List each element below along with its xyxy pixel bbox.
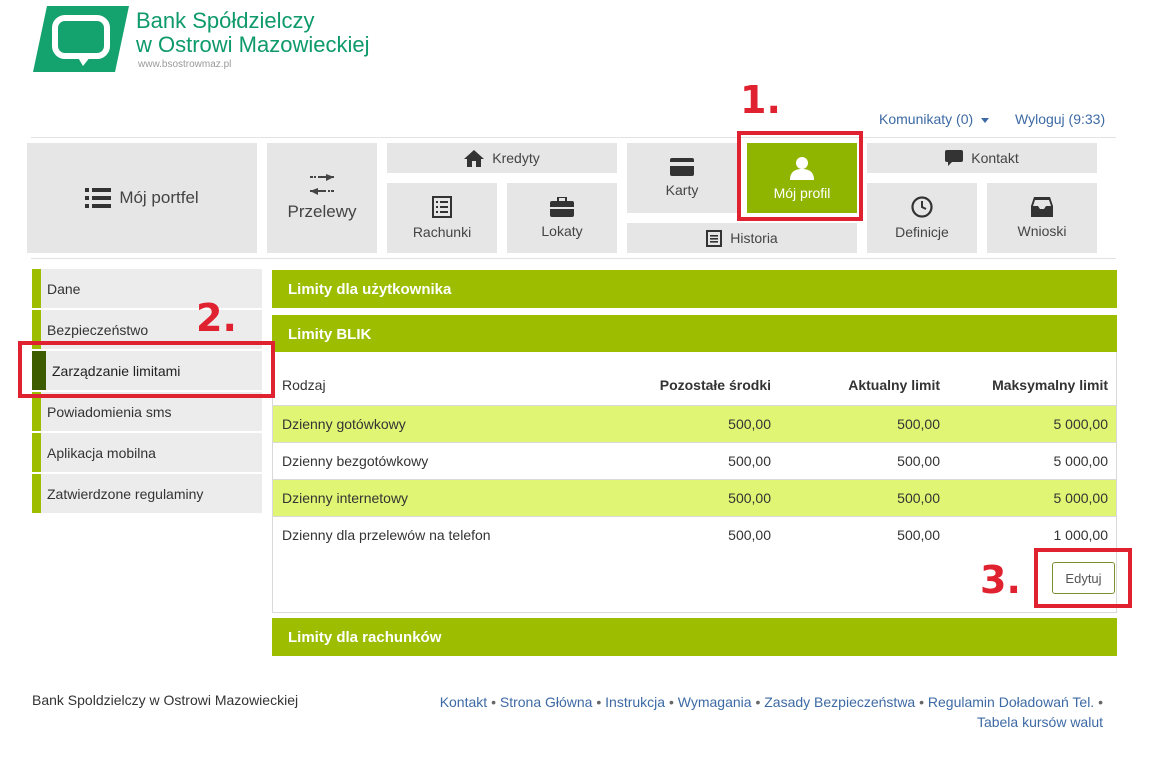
table-row: Dzienny gotówkowy 500,00 500,00 5 000,00 bbox=[273, 405, 1116, 442]
nav-label-requests: Wnioski bbox=[1017, 223, 1067, 239]
footer-link-topup-regulations[interactable]: Regulamin Doładowań Tel. bbox=[928, 694, 1094, 710]
annotation-box-1 bbox=[737, 131, 863, 221]
nav-label-cards: Karty bbox=[665, 182, 699, 198]
home-icon bbox=[464, 149, 485, 167]
annotation-1: 1. bbox=[740, 78, 781, 122]
footer-separator: • bbox=[596, 694, 602, 710]
ledger-icon bbox=[432, 196, 452, 218]
clock-icon bbox=[911, 196, 933, 218]
table-header-max: Maksymalny limit bbox=[992, 377, 1108, 393]
row-remaining: 500,00 bbox=[728, 527, 771, 543]
nav-label-accounts: Rachunki bbox=[412, 224, 472, 240]
footer-link-exchange-rates[interactable]: Tabela kursów walut bbox=[977, 714, 1103, 730]
annotation-box-3 bbox=[1034, 548, 1132, 608]
history-icon bbox=[706, 229, 723, 247]
logo-icon[interactable] bbox=[33, 6, 129, 72]
table-row: Dzienny bezgotówkowy 500,00 500,00 5 000… bbox=[273, 442, 1116, 479]
caret-down-icon bbox=[981, 117, 990, 123]
row-remaining: 500,00 bbox=[728, 490, 771, 506]
row-current: 500,00 bbox=[897, 416, 940, 432]
footer-link-instructions[interactable]: Instrukcja bbox=[605, 694, 665, 710]
bank-name: Bank Spółdzielczy w Ostrowi Mazowieckiej bbox=[136, 9, 370, 57]
nav-label-definitions: Definicje bbox=[895, 224, 949, 240]
transfer-arrows-icon bbox=[308, 174, 336, 196]
row-max: 5 000,00 bbox=[1053, 490, 1109, 506]
nav-tile-definitions[interactable]: Definicje bbox=[867, 183, 977, 253]
footer-separator: • bbox=[1098, 694, 1103, 710]
footer-separator: • bbox=[919, 694, 925, 710]
nav-label-transfers: Przelewy bbox=[287, 202, 357, 221]
nav-tile-credits[interactable]: Kredyty bbox=[387, 143, 617, 173]
header-divider bbox=[31, 137, 1116, 138]
nav-tile-portfolio[interactable]: Mój portfel bbox=[27, 143, 257, 253]
row-type: Dzienny bezgotówkowy bbox=[282, 453, 429, 469]
annotation-box-2 bbox=[18, 341, 275, 398]
sidebar-item-label: Zatwierdzone regulaminy bbox=[47, 485, 204, 502]
sidebar-item-mobile-app[interactable]: Aplikacja mobilna bbox=[32, 433, 262, 472]
nav-tile-deposits[interactable]: Lokaty bbox=[507, 183, 617, 253]
sidebar-item-regulations[interactable]: Zatwierdzone regulaminy bbox=[32, 474, 262, 513]
row-type: Dzienny internetowy bbox=[282, 490, 409, 506]
logout-link[interactable]: Wyloguj (9:33) bbox=[1015, 111, 1105, 127]
chat-icon bbox=[945, 150, 964, 166]
row-max: 5 000,00 bbox=[1053, 453, 1109, 469]
sidebar-item-label: Powiadomienia sms bbox=[47, 403, 172, 420]
panel-account-limits[interactable]: Limity dla rachunków bbox=[272, 618, 1117, 656]
nav-tile-accounts[interactable]: Rachunki bbox=[387, 183, 497, 253]
footer-bank-name: Bank Spoldzielczy w Ostrowi Mazowieckiej bbox=[32, 692, 299, 708]
row-type: Dzienny dla przelewów na telefon bbox=[282, 527, 491, 543]
row-remaining: 500,00 bbox=[728, 416, 771, 432]
footer-link-home[interactable]: Strona Główna bbox=[500, 694, 593, 710]
sidebar-item-label: Aplikacja mobilna bbox=[47, 444, 156, 461]
row-current: 500,00 bbox=[897, 527, 940, 543]
nav-tile-contact[interactable]: Kontakt bbox=[867, 143, 1097, 173]
panel-blik-limits[interactable]: Limity BLIK bbox=[272, 315, 1117, 353]
footer-link-security-rules[interactable]: Zasady Bezpieczeństwa bbox=[764, 694, 915, 710]
row-current: 500,00 bbox=[897, 453, 940, 469]
footer-separator: • bbox=[755, 694, 761, 710]
card-icon bbox=[670, 158, 694, 176]
bank-url: www.bsostrowmaz.pl bbox=[138, 59, 232, 70]
table-header-remaining: Pozostałe środki bbox=[659, 377, 771, 393]
footer-links: Kontakt • Strona Główna • Instrukcja • W… bbox=[395, 692, 1103, 732]
nav-label-deposits: Lokaty bbox=[541, 223, 583, 239]
messages-dropdown[interactable]: Komunikaty (0) bbox=[879, 111, 990, 127]
footer-link-contact[interactable]: Kontakt bbox=[440, 694, 487, 710]
table-header-current: Aktualny limit bbox=[848, 377, 940, 393]
nav-label-contact: Kontakt bbox=[971, 150, 1019, 166]
nav-tile-cards[interactable]: Karty bbox=[627, 143, 737, 213]
annotation-3: 3. bbox=[980, 558, 1021, 602]
sidebar-item-label: Bezpieczeństwo bbox=[47, 321, 149, 338]
row-remaining: 500,00 bbox=[728, 453, 771, 469]
list-icon bbox=[85, 187, 112, 209]
table-row: Dzienny internetowy 500,00 500,00 5 000,… bbox=[273, 479, 1116, 516]
nav-label-credits: Kredyty bbox=[492, 150, 540, 166]
footer-separator: • bbox=[668, 694, 674, 710]
sidebar-item-label: Dane bbox=[47, 280, 81, 297]
nav-divider bbox=[31, 258, 1116, 259]
bank-name-line2: w Ostrowi Mazowieckiej bbox=[136, 32, 370, 57]
nav-tile-transfers[interactable]: Przelewy bbox=[267, 143, 377, 253]
briefcase-icon bbox=[550, 197, 574, 217]
table-header-type: Rodzaj bbox=[282, 377, 326, 393]
footer-separator: • bbox=[491, 694, 496, 710]
row-current: 500,00 bbox=[897, 490, 940, 506]
inbox-icon bbox=[1031, 197, 1053, 217]
annotation-2: 2. bbox=[196, 296, 237, 340]
nav-tile-history[interactable]: Historia bbox=[627, 223, 857, 253]
footer-link-requirements[interactable]: Wymagania bbox=[678, 694, 752, 710]
table-row: Dzienny dla przelewów na telefon 500,00 … bbox=[273, 516, 1116, 553]
nav-label-history: Historia bbox=[730, 230, 778, 246]
nav-label-portfolio: Mój portfel bbox=[119, 188, 199, 207]
bank-name-line1: Bank Spółdzielczy bbox=[136, 8, 315, 33]
messages-label: Komunikaty (0) bbox=[879, 111, 974, 127]
panel-user-limits[interactable]: Limity dla użytkownika bbox=[272, 270, 1117, 308]
row-type: Dzienny gotówkowy bbox=[282, 416, 406, 432]
nav-tile-requests[interactable]: Wnioski bbox=[987, 183, 1097, 253]
row-max: 5 000,00 bbox=[1053, 416, 1109, 432]
